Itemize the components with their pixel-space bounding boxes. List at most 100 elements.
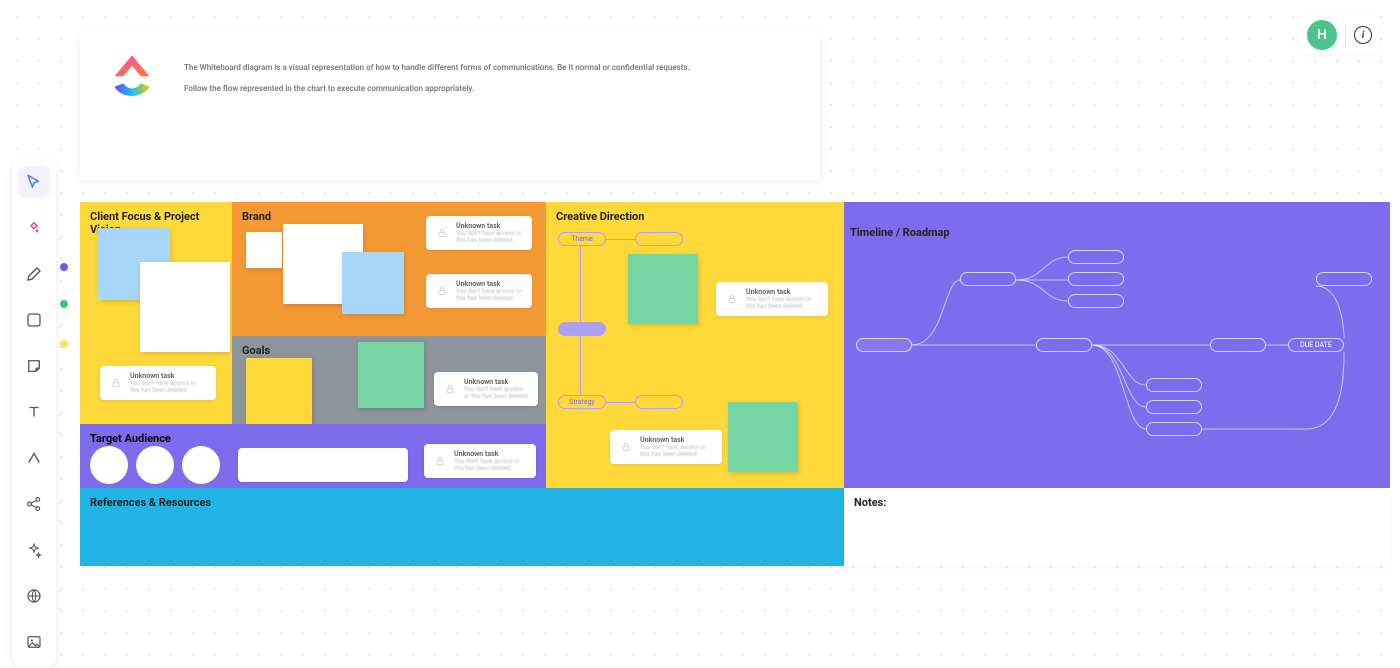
- task-card[interactable]: Unknown taskYou don't have access or thi…: [424, 444, 536, 478]
- task-subtitle: You don't have access or this has been d…: [454, 458, 526, 472]
- task-card[interactable]: Unknown taskYou don't have access or thi…: [434, 372, 538, 406]
- tool-image[interactable]: [18, 626, 50, 658]
- task-card[interactable]: Unknown taskYou don't have access or thi…: [426, 274, 532, 308]
- tool-pen[interactable]: [18, 258, 50, 290]
- tool-shape[interactable]: [18, 304, 50, 336]
- shape-icon: [25, 311, 43, 329]
- lock-icon: [444, 383, 456, 395]
- tool-templates[interactable]: [18, 212, 50, 244]
- sparkle-icon: [25, 541, 43, 559]
- divider: [1345, 24, 1346, 46]
- roadmap-node[interactable]: [1068, 294, 1124, 308]
- tool-connector[interactable]: [18, 442, 50, 474]
- lock-icon: [434, 455, 446, 467]
- sticky-note[interactable]: [358, 342, 424, 408]
- clickup-logo-icon: [104, 50, 160, 106]
- tool-mindmap[interactable]: [18, 488, 50, 520]
- task-card[interactable]: Unknown taskYou don't have access or thi…: [716, 282, 828, 316]
- lock-icon: [110, 377, 122, 389]
- task-title: Unknown task: [456, 222, 522, 230]
- roadmap-node[interactable]: [1146, 378, 1202, 392]
- roadmap-node[interactable]: [1146, 422, 1202, 436]
- connector: [606, 239, 635, 240]
- sticky-note[interactable]: [246, 358, 312, 424]
- task-subtitle: You don't have access or this has been d…: [464, 386, 528, 400]
- section-label: References & Resources: [90, 496, 211, 509]
- roadmap-node[interactable]: [1316, 272, 1372, 286]
- chip-theme[interactable]: Theme: [558, 232, 606, 246]
- templates-icon: [25, 219, 43, 237]
- chip-strategy[interactable]: Strategy: [558, 395, 606, 409]
- info-text: The Whiteboard diagram is a visual repre…: [184, 48, 690, 162]
- tool-cursor[interactable]: [18, 166, 50, 198]
- lock-icon: [620, 441, 632, 453]
- section-label: Goals: [242, 344, 270, 357]
- task-subtitle: You don't have access or this has been d…: [456, 230, 522, 244]
- roadmap-node[interactable]: [1068, 272, 1124, 286]
- section-label: Creative Direction: [556, 210, 644, 223]
- section-label: Notes:: [854, 496, 886, 509]
- task-title: Unknown task: [456, 280, 522, 288]
- sticky-note[interactable]: [628, 254, 698, 324]
- tool-ai[interactable]: [18, 534, 50, 566]
- avatar-circle[interactable]: [182, 446, 220, 484]
- section-references[interactable]: References & Resources: [80, 488, 844, 566]
- text-icon: [25, 403, 43, 421]
- globe-icon: [25, 587, 43, 605]
- user-avatar[interactable]: H: [1307, 20, 1337, 50]
- color-swatch-green[interactable]: [60, 300, 68, 308]
- roadmap-node[interactable]: [1068, 250, 1124, 264]
- sticky-note[interactable]: [140, 262, 230, 352]
- tool-sticky[interactable]: [18, 350, 50, 382]
- chip-empty[interactable]: [635, 395, 683, 409]
- roadmap-node[interactable]: [1146, 400, 1202, 414]
- task-title: Unknown task: [746, 288, 818, 296]
- roadmap-due-date[interactable]: DUE DATE: [1288, 338, 1344, 352]
- user-bar: H i: [1299, 16, 1380, 54]
- tool-web[interactable]: [18, 580, 50, 612]
- task-subtitle: You don't have access or this has been d…: [640, 444, 712, 458]
- image-icon: [25, 633, 43, 651]
- roadmap-node[interactable]: [960, 272, 1016, 286]
- task-title: Unknown task: [130, 372, 206, 380]
- color-swatch-yellow[interactable]: [60, 340, 68, 348]
- tool-text[interactable]: [18, 396, 50, 428]
- info-line-2: Follow the flow represented in the chart…: [184, 83, 690, 96]
- roadmap-node[interactable]: [1036, 338, 1092, 352]
- task-card[interactable]: Unknown taskYou don't have access or thi…: [610, 430, 722, 464]
- mindmap-icon: [25, 495, 43, 513]
- task-subtitle: You don't have access or this has been d…: [456, 288, 522, 302]
- section-label: Brand: [242, 210, 271, 223]
- color-swatch-purple[interactable]: [60, 263, 68, 271]
- sticky-note[interactable]: [246, 232, 282, 268]
- avatar-circle[interactable]: [136, 446, 174, 484]
- sticky-note[interactable]: [728, 402, 798, 472]
- sticky-icon: [25, 357, 43, 375]
- task-title: Unknown task: [464, 378, 528, 386]
- section-notes[interactable]: Notes:: [844, 488, 1390, 566]
- task-subtitle: You don't have access or this has been d…: [130, 380, 206, 394]
- toolbar: [12, 160, 56, 668]
- whiteboard[interactable]: Client Focus & Project Vision Unknown ta…: [80, 202, 1390, 566]
- connector: [580, 246, 581, 322]
- lock-icon: [726, 293, 738, 305]
- task-card[interactable]: Unknown taskYou don't have access or thi…: [426, 216, 532, 250]
- chip-empty[interactable]: [635, 232, 683, 246]
- info-card[interactable]: The Whiteboard diagram is a visual repre…: [80, 30, 820, 180]
- roadmap-node[interactable]: [1210, 338, 1266, 352]
- section-label: Target Audience: [90, 432, 171, 445]
- info-line-1: The Whiteboard diagram is a visual repre…: [184, 62, 690, 75]
- info-icon[interactable]: i: [1354, 26, 1372, 44]
- lock-icon: [436, 285, 448, 297]
- lock-icon: [436, 227, 448, 239]
- task-title: Unknown task: [640, 436, 712, 444]
- roadmap-node[interactable]: [856, 338, 912, 352]
- pen-icon: [25, 265, 43, 283]
- sticky-note[interactable]: [342, 252, 404, 314]
- section-label: Timeline / Roadmap: [850, 226, 950, 239]
- task-title: Unknown task: [454, 450, 526, 458]
- avatar-circle[interactable]: [90, 446, 128, 484]
- task-card[interactable]: Unknown task You don't have access or th…: [100, 366, 216, 400]
- chip-solid[interactable]: [558, 322, 606, 336]
- input-box[interactable]: [238, 448, 408, 482]
